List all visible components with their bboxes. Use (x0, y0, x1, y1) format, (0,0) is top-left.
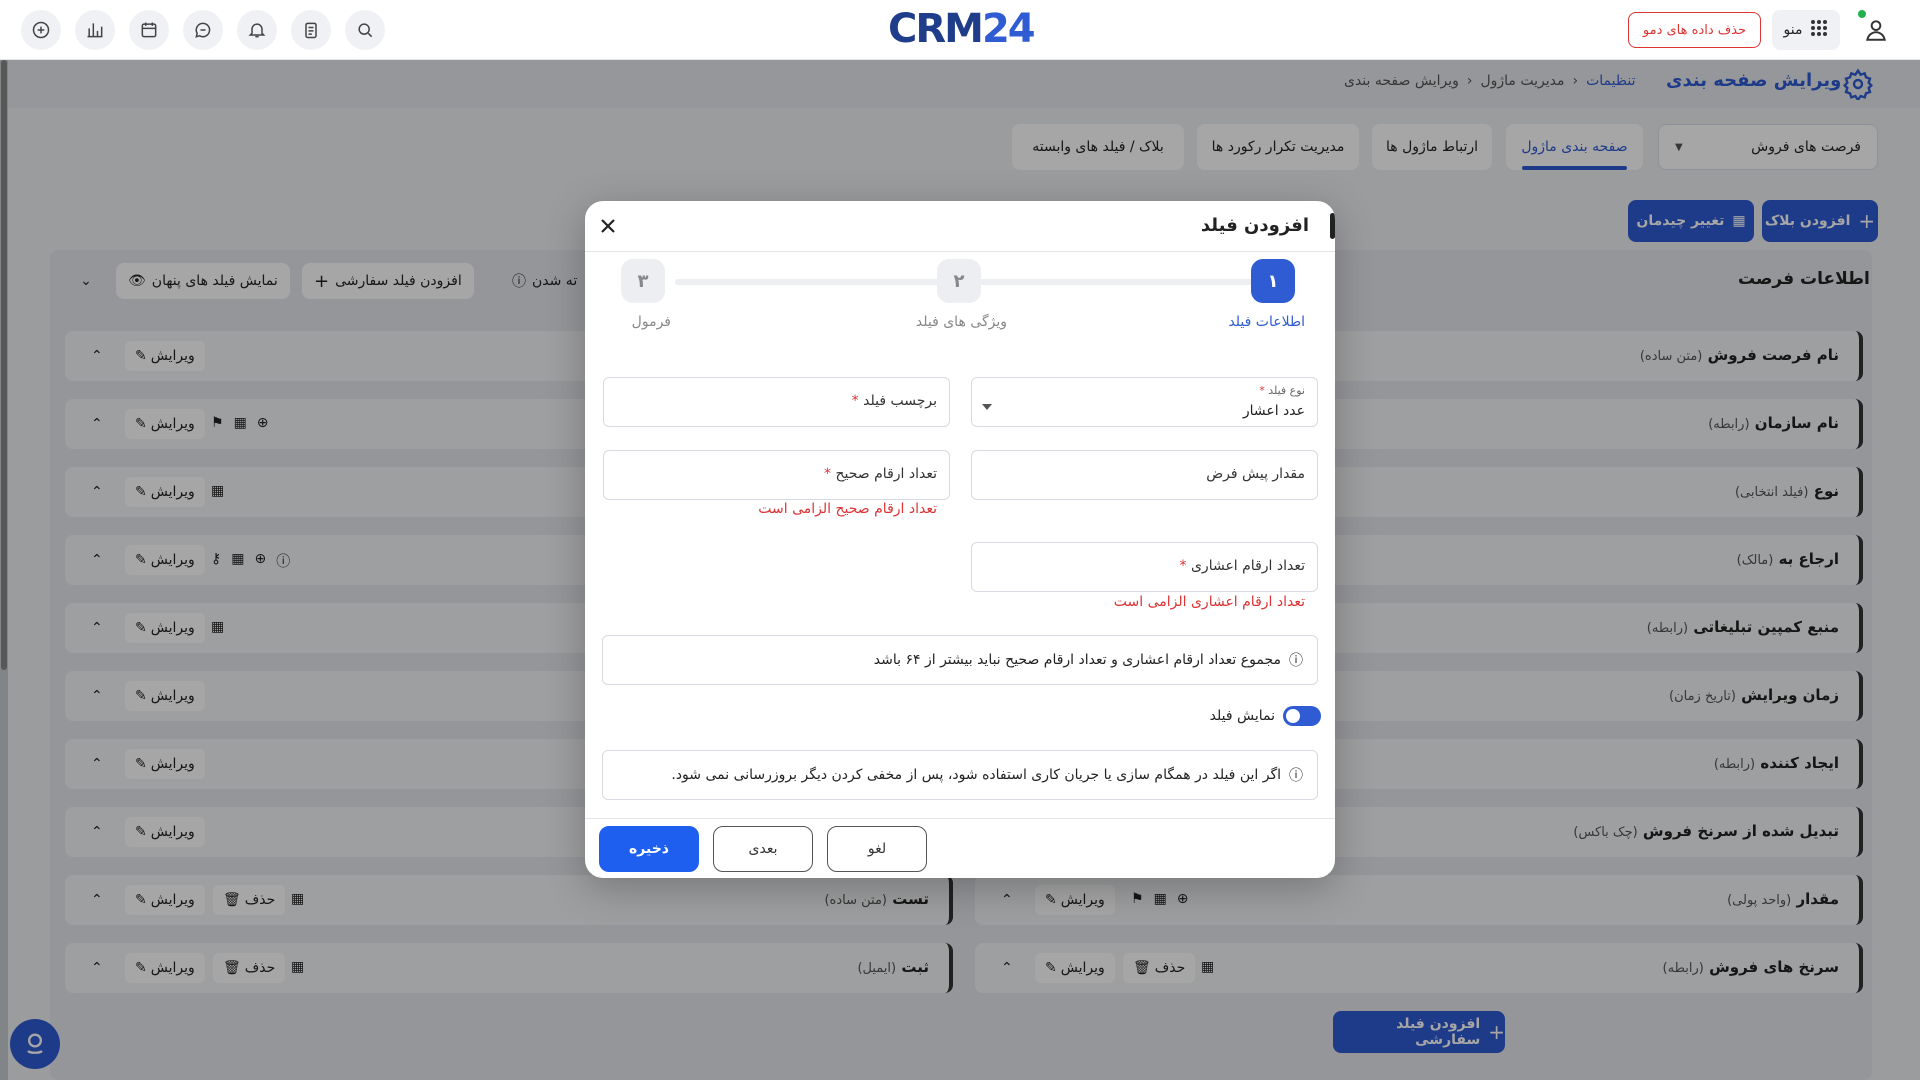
clipboard-icon[interactable] (291, 10, 331, 50)
title-accent (1330, 213, 1335, 239)
menu-label: منو (1783, 22, 1803, 38)
logo: CRM24 (888, 6, 1036, 52)
next-button[interactable]: بعدی (713, 826, 813, 872)
step-2[interactable]: ۲ (937, 259, 981, 303)
step-2-label: ویژگی های فیلد (915, 314, 1007, 330)
sync-info-box: ⓘ اگر این فیلد در همگام سازی یا جریان کا… (602, 750, 1318, 800)
calendar-icon[interactable] (129, 10, 169, 50)
field-type-select[interactable]: نوع فیلد * عدد اعشار (971, 377, 1318, 427)
search-icon[interactable] (345, 10, 385, 50)
info-icon: ⓘ (1289, 768, 1303, 784)
cancel-button[interactable]: لغو (827, 826, 927, 872)
field-label-input[interactable]: برچسب فیلد * (603, 377, 950, 427)
decimal-digits-input[interactable]: تعداد ارقام اعشاری * (971, 542, 1318, 592)
integer-digits-error: تعداد ارقام صحیح الزامی است (758, 501, 937, 517)
grid-icon (1810, 19, 1828, 41)
step-1[interactable]: ۱ (1251, 259, 1295, 303)
step-3-label: فرمول (631, 314, 671, 330)
step-3[interactable]: ۳ (621, 259, 665, 303)
caret-down-icon (982, 404, 992, 410)
digits-info-box: ⓘ مجموع تعداد ارقام اعشاری و تعداد ارقام… (602, 635, 1318, 685)
default-value-input[interactable]: مقدار پیش فرض (971, 450, 1318, 500)
close-icon[interactable] (595, 213, 621, 239)
menu-button[interactable]: منو (1772, 10, 1840, 50)
delete-demo-data-button[interactable]: حذف داده های دمو (1628, 12, 1761, 48)
online-status-dot (1858, 10, 1866, 18)
add-field-modal: افزودن فیلد ۱ ۲ ۳ اطلاعات فیلد ویژگی های… (585, 201, 1335, 878)
top-bar: CRM24 حذف داده های دمو منو (0, 0, 1920, 60)
user-icon (1866, 20, 1886, 41)
decimal-digits-error: تعداد ارقام اعشاری الزامی است (1113, 594, 1305, 610)
save-button[interactable]: ذخیره (599, 826, 699, 872)
show-field-toggle[interactable] (1283, 706, 1321, 726)
user-avatar[interactable] (1856, 10, 1896, 50)
add-icon[interactable] (21, 10, 61, 50)
chart-icon[interactable] (75, 10, 115, 50)
step-1-label: اطلاعات فیلد (1228, 314, 1305, 330)
show-field-toggle-row: نمایش فیلد (1210, 706, 1321, 726)
info-icon: ⓘ (1289, 653, 1303, 669)
modal-title: افزودن فیلد (1200, 215, 1309, 236)
integer-digits-input[interactable]: تعداد ارقام صحیح * (603, 450, 950, 500)
bell-icon[interactable] (237, 10, 277, 50)
chat-icon[interactable] (183, 10, 223, 50)
